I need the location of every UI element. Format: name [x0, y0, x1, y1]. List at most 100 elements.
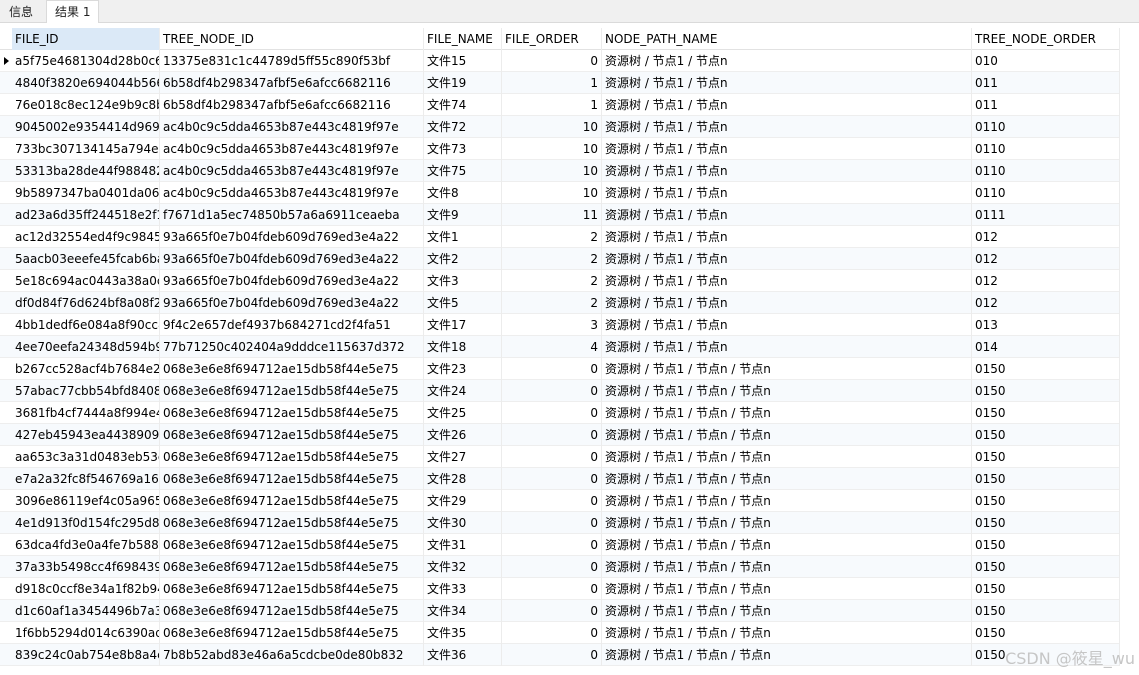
column-header-file-order[interactable]: FILE_ORDER	[502, 28, 602, 50]
cell-file-name[interactable]: 文件29	[424, 490, 502, 512]
cell-file-id[interactable]: 733bc307134145a794e27	[12, 138, 160, 160]
cell-tree-node-id[interactable]: 068e3e6e8f694712ae15db58f44e5e75	[160, 358, 424, 380]
cell-tree-node-id[interactable]: 7b8b52abd83e46a6a5cdcbe0de80b832	[160, 644, 424, 666]
row-selector[interactable]	[0, 314, 12, 336]
row-selector[interactable]	[0, 622, 12, 644]
cell-file-id[interactable]: e7a2a32fc8f546769a1617	[12, 468, 160, 490]
cell-file-name[interactable]: 文件33	[424, 578, 502, 600]
table-row[interactable]: d918c0ccf8e34a1f82b94 068e3e6e8f694712ae1…	[0, 578, 1120, 600]
cell-tree-node-id[interactable]: ac4b0c9c5dda4653b87e443c4819f97e	[160, 138, 424, 160]
cell-file-id[interactable]: 4ee70eefa24348d594b94	[12, 336, 160, 358]
cell-node-path-name[interactable]: 资源树 / 节点1 / 节点n	[602, 248, 972, 270]
row-selector[interactable]	[0, 50, 12, 72]
row-selector[interactable]	[0, 270, 12, 292]
cell-node-path-name[interactable]: 资源树 / 节点1 / 节点n	[602, 116, 972, 138]
cell-tree-node-order[interactable]: 0110	[972, 160, 1120, 182]
table-row[interactable]: 427eb45943ea44389095 068e3e6e8f694712ae15…	[0, 424, 1120, 446]
cell-file-order[interactable]: 2	[502, 270, 602, 292]
table-row[interactable]: 733bc307134145a794e27 ac4b0c9c5dda4653b87…	[0, 138, 1120, 160]
cell-file-id[interactable]: 53313ba28de44f988482b	[12, 160, 160, 182]
cell-file-id[interactable]: 3681fb4cf7444a8f994e41	[12, 402, 160, 424]
cell-file-id[interactable]: d1c60af1a3454496b7a35	[12, 600, 160, 622]
cell-file-name[interactable]: 文件15	[424, 50, 502, 72]
cell-node-path-name[interactable]: 资源树 / 节点1 / 节点n / 节点n	[602, 402, 972, 424]
cell-tree-node-order[interactable]: 012	[972, 248, 1120, 270]
table-row[interactable]: e7a2a32fc8f546769a1617 068e3e6e8f694712ae…	[0, 468, 1120, 490]
table-row[interactable]: d1c60af1a3454496b7a35 068e3e6e8f694712ae1…	[0, 600, 1120, 622]
table-row[interactable]: 4e1d913f0d154fc295d8f 068e3e6e8f694712ae1…	[0, 512, 1120, 534]
cell-tree-node-order[interactable]: 0150	[972, 358, 1120, 380]
table-row[interactable]: aa653c3a31d0483eb53e 068e3e6e8f694712ae15…	[0, 446, 1120, 468]
cell-file-id[interactable]: 5e18c694ac0443a38a0c8	[12, 270, 160, 292]
table-row[interactable]: 5e18c694ac0443a38a0c8 93a665f0e7b04fdeb60…	[0, 270, 1120, 292]
cell-file-name[interactable]: 文件32	[424, 556, 502, 578]
row-selector[interactable]	[0, 336, 12, 358]
cell-node-path-name[interactable]: 资源树 / 节点1 / 节点n / 节点n	[602, 468, 972, 490]
cell-file-id[interactable]: 4bb1dedf6e084a8f90cc8	[12, 314, 160, 336]
cell-tree-node-order[interactable]: 0150	[972, 556, 1120, 578]
cell-tree-node-order[interactable]: 0150	[972, 380, 1120, 402]
table-row[interactable]: 57abac77cbb54bfd84085 068e3e6e8f694712ae1…	[0, 380, 1120, 402]
cell-file-order[interactable]: 2	[502, 226, 602, 248]
cell-node-path-name[interactable]: 资源树 / 节点1 / 节点n	[602, 50, 972, 72]
cell-node-path-name[interactable]: 资源树 / 节点1 / 节点n	[602, 72, 972, 94]
cell-file-id[interactable]: 1f6bb5294d014c6390adc	[12, 622, 160, 644]
row-selector[interactable]	[0, 204, 12, 226]
cell-tree-node-order[interactable]: 0110	[972, 182, 1120, 204]
cell-node-path-name[interactable]: 资源树 / 节点1 / 节点n / 节点n	[602, 358, 972, 380]
cell-tree-node-id[interactable]: 6b58df4b298347afbf5e6afcc6682116	[160, 72, 424, 94]
cell-tree-node-id[interactable]: 9f4c2e657def4937b684271cd2f4fa51	[160, 314, 424, 336]
table-row[interactable]: 63dca4fd3e0a4fe7b5886 068e3e6e8f694712ae1…	[0, 534, 1120, 556]
column-header-node-path-name[interactable]: NODE_PATH_NAME	[602, 28, 972, 50]
cell-file-name[interactable]: 文件2	[424, 248, 502, 270]
cell-node-path-name[interactable]: 资源树 / 节点1 / 节点n / 节点n	[602, 622, 972, 644]
cell-tree-node-id[interactable]: f7671d1a5ec74850b57a6a6911ceaeba	[160, 204, 424, 226]
cell-file-name[interactable]: 文件28	[424, 468, 502, 490]
table-row[interactable]: 1f6bb5294d014c6390adc 068e3e6e8f694712ae1…	[0, 622, 1120, 644]
cell-file-order[interactable]: 0	[502, 512, 602, 534]
cell-node-path-name[interactable]: 资源树 / 节点1 / 节点n	[602, 160, 972, 182]
cell-node-path-name[interactable]: 资源树 / 节点1 / 节点n / 节点n	[602, 534, 972, 556]
cell-tree-node-order[interactable]: 0150	[972, 468, 1120, 490]
cell-tree-node-order[interactable]: 014	[972, 336, 1120, 358]
cell-tree-node-id[interactable]: 93a665f0e7b04fdeb609d769ed3e4a22	[160, 292, 424, 314]
cell-node-path-name[interactable]: 资源树 / 节点1 / 节点n	[602, 138, 972, 160]
cell-tree-node-order[interactable]: 0150	[972, 534, 1120, 556]
cell-file-order[interactable]: 3	[502, 314, 602, 336]
cell-file-id[interactable]: 4840f3820e694044b566b	[12, 72, 160, 94]
column-header-tree-node-order[interactable]: TREE_NODE_ORDER	[972, 28, 1120, 50]
cell-file-order[interactable]: 0	[502, 50, 602, 72]
cell-tree-node-id[interactable]: 068e3e6e8f694712ae15db58f44e5e75	[160, 446, 424, 468]
table-row[interactable]: b267cc528acf4b7684e2c 068e3e6e8f694712ae1…	[0, 358, 1120, 380]
row-selector[interactable]	[0, 358, 12, 380]
tab-info[interactable]: 信息	[1, 1, 41, 23]
cell-tree-node-id[interactable]: 068e3e6e8f694712ae15db58f44e5e75	[160, 622, 424, 644]
row-selector[interactable]	[0, 72, 12, 94]
cell-file-order[interactable]: 0	[502, 578, 602, 600]
cell-tree-node-id[interactable]: 068e3e6e8f694712ae15db58f44e5e75	[160, 534, 424, 556]
cell-file-order[interactable]: 2	[502, 292, 602, 314]
cell-tree-node-id[interactable]: 068e3e6e8f694712ae15db58f44e5e75	[160, 402, 424, 424]
cell-file-order[interactable]: 0	[502, 490, 602, 512]
cell-file-id[interactable]: ac12d32554ed4f9c98450	[12, 226, 160, 248]
cell-file-name[interactable]: 文件19	[424, 72, 502, 94]
table-row[interactable]: 5aacb03eeefe45fcab6ba 93a665f0e7b04fdeb60…	[0, 248, 1120, 270]
cell-tree-node-id[interactable]: 068e3e6e8f694712ae15db58f44e5e75	[160, 380, 424, 402]
row-selector[interactable]	[0, 94, 12, 116]
cell-file-name[interactable]: 文件27	[424, 446, 502, 468]
cell-file-order[interactable]: 0	[502, 622, 602, 644]
table-row[interactable]: 839c24c0ab754e8b8a4ck 7b8b52abd83e46a6a5c…	[0, 644, 1120, 666]
cell-tree-node-id[interactable]: 068e3e6e8f694712ae15db58f44e5e75	[160, 424, 424, 446]
cell-tree-node-order[interactable]: 0110	[972, 138, 1120, 160]
row-selector[interactable]	[0, 424, 12, 446]
row-selector[interactable]	[0, 534, 12, 556]
cell-file-order[interactable]: 10	[502, 160, 602, 182]
row-selector[interactable]	[0, 226, 12, 248]
cell-file-order[interactable]: 0	[502, 468, 602, 490]
cell-file-order[interactable]: 10	[502, 182, 602, 204]
table-row[interactable]: 9045002e9354414d969at ac4b0c9c5dda4653b87…	[0, 116, 1120, 138]
cell-file-id[interactable]: a5f75e4681304d28b0c60	[12, 50, 160, 72]
cell-file-name[interactable]: 文件18	[424, 336, 502, 358]
cell-tree-node-id[interactable]: 068e3e6e8f694712ae15db58f44e5e75	[160, 468, 424, 490]
cell-file-name[interactable]: 文件35	[424, 622, 502, 644]
